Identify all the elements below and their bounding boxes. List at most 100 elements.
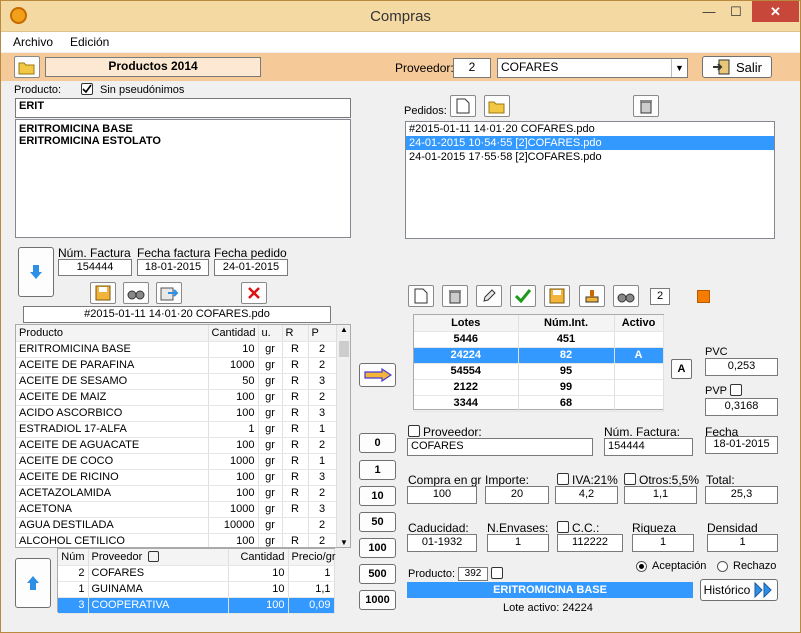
product-results-list[interactable]: ERITROMICINA BASE ERITROMICINA ESTOLATO <box>15 119 351 238</box>
transfer-button[interactable] <box>359 363 396 387</box>
save-lote-button[interactable] <box>544 285 570 307</box>
products-scrollbar[interactable]: ▲ ▼ <box>336 325 350 547</box>
caducidad-field[interactable]: 01-1932 <box>407 534 477 552</box>
table-row[interactable]: ACETONA 1000 gr R 3 <box>16 501 337 518</box>
new-lote-button[interactable] <box>408 285 434 307</box>
aceptacion-radio[interactable] <box>636 561 647 572</box>
list-item[interactable]: ERITROMICINA BASE <box>19 123 347 135</box>
table-row[interactable]: 2122 99 <box>414 379 664 396</box>
list-item[interactable]: #2015-01-11 14·01·20 COFARES.pdo <box>406 122 774 136</box>
chevron-down-icon[interactable]: ▼ <box>671 59 687 77</box>
detail-proveedor-field[interactable]: COFARES <box>407 438 593 456</box>
table-row[interactable]: ACETAZOLAMIDA 100 gr R 2 <box>16 485 337 502</box>
scroll-thumb[interactable] <box>339 341 349 357</box>
table-row[interactable]: ACEITE DE PARAFINA 1000 gr R 2 <box>16 357 337 374</box>
maximize-button[interactable]: ☐ <box>723 1 749 22</box>
col-cantidad[interactable]: Cantidad <box>228 549 289 566</box>
quantity-button-50[interactable]: 50 <box>359 512 396 532</box>
num-factura-field[interactable]: 154444 <box>58 259 132 276</box>
detail-factura-field[interactable]: 154444 <box>604 438 693 456</box>
table-row[interactable]: ERITROMICINA BASE 10 gr R 2 <box>16 341 337 358</box>
open-pedido-button[interactable] <box>484 95 510 117</box>
new-pedido-button[interactable] <box>450 95 476 117</box>
suppliers-table[interactable]: Núm Proveedor Cantidad Precio/gr 2 COFARE… <box>57 548 336 614</box>
otros-field[interactable]: 1,1 <box>624 486 697 504</box>
save-factura-button[interactable] <box>90 282 116 304</box>
proveedor-select[interactable]: COFARES ▼ <box>497 58 688 78</box>
col-producto[interactable]: Producto <box>16 325 209 342</box>
delete-lote-button[interactable] <box>442 285 468 307</box>
sin-pseudonimos-checkbox[interactable] <box>81 83 93 95</box>
cc-field[interactable]: 112222 <box>557 534 623 552</box>
pvp-field[interactable]: 0,3168 <box>705 398 778 416</box>
list-item[interactable]: ERITROMICINA ESTOLATO <box>19 135 347 147</box>
cc-checkbox[interactable] <box>557 521 569 533</box>
table-row[interactable]: 54554 95 <box>414 363 664 380</box>
iva-field[interactable]: 4,2 <box>555 486 618 504</box>
menu-archivo[interactable]: Archivo <box>13 35 53 49</box>
accept-lote-button[interactable] <box>510 285 536 307</box>
quantity-button-10[interactable]: 10 <box>359 486 396 506</box>
proveedor-filter-checkbox[interactable] <box>148 551 160 563</box>
table-row[interactable]: ACEITE DE RICINO 100 gr R 3 <box>16 469 337 486</box>
delete-factura-button[interactable] <box>241 282 267 304</box>
total-field[interactable]: 25,3 <box>705 486 778 504</box>
table-row[interactable]: ACIDO ASCORBICO 100 gr R 3 <box>16 405 337 422</box>
quantity-button-1000[interactable]: 1000 <box>359 590 396 610</box>
importe-field[interactable]: 20 <box>485 486 549 504</box>
pvp-checkbox[interactable] <box>730 384 742 396</box>
quantity-button-100[interactable]: 100 <box>359 538 396 558</box>
col-proveedor[interactable]: Proveedor <box>88 549 229 566</box>
col-unidad[interactable]: u. <box>258 325 283 342</box>
iva-checkbox[interactable] <box>557 473 569 485</box>
table-row[interactable]: ESTRADIOL 17-ALFA 1 gr R 1 <box>16 421 337 438</box>
historico-button[interactable]: Histórico <box>700 579 778 601</box>
densidad-field[interactable]: 1 <box>707 534 778 552</box>
col-cantidad[interactable]: Cantidad <box>208 325 259 342</box>
menu-edicion[interactable]: Edición <box>70 35 109 49</box>
minimize-button[interactable]: — <box>696 1 722 22</box>
search-lote-button[interactable] <box>613 285 639 307</box>
quantity-button-500[interactable]: 500 <box>359 564 396 584</box>
edit-lote-button[interactable] <box>476 285 502 307</box>
products-table[interactable]: Producto Cantidad u. R P ERITROMICINA BA… <box>15 324 351 548</box>
col-activo[interactable]: Activo <box>614 315 664 332</box>
quantity-button-0[interactable]: 0 <box>359 433 396 453</box>
export-factura-button[interactable] <box>156 282 182 304</box>
col-r[interactable]: R <box>282 325 309 342</box>
table-row[interactable]: 2 COFARES 10 1 <box>58 565 335 582</box>
table-row[interactable]: 1 GUINAMA 10 1,1 <box>58 581 335 598</box>
chevron-up-icon[interactable]: ▲ <box>337 325 350 339</box>
table-row[interactable]: 3 COOPERATIVA 100 0,09 <box>58 597 335 614</box>
search-factura-button[interactable] <box>123 282 149 304</box>
table-row[interactable]: 24224 82 A <box>414 347 664 364</box>
open-folder-button[interactable] <box>14 56 40 78</box>
riqueza-field[interactable]: 1 <box>632 534 694 552</box>
table-row[interactable]: 5446 451 <box>414 331 664 348</box>
otros-checkbox[interactable] <box>624 473 636 485</box>
close-button[interactable]: ✕ <box>752 1 799 22</box>
col-num-int[interactable]: Núm.Int. <box>518 315 615 332</box>
list-item[interactable]: 24-01-2015 17·55·58 [2]COFARES.pdo <box>406 150 774 164</box>
stamp-lote-button[interactable] <box>579 285 605 307</box>
fecha-factura-field[interactable]: 18-01-2015 <box>137 259 209 276</box>
delete-pedido-button[interactable] <box>633 95 659 117</box>
table-row[interactable]: ACEITE DE SESAMO 50 gr R 3 <box>16 373 337 390</box>
rechazo-radio[interactable] <box>717 561 728 572</box>
col-precio[interactable]: Precio/gr <box>288 549 336 566</box>
table-row[interactable]: ACEITE DE MAIZ 100 gr R 2 <box>16 389 337 406</box>
pvc-field[interactable]: 0,253 <box>705 358 778 376</box>
col-lotes[interactable]: Lotes <box>414 315 519 332</box>
activate-lote-button[interactable]: A <box>671 359 692 379</box>
salir-button[interactable]: Salir <box>702 56 772 78</box>
col-num[interactable]: Núm <box>58 549 89 566</box>
table-row[interactable]: ALCOHOL CETILICO 100 gr R 2 <box>16 533 337 547</box>
producto-checkbox[interactable] <box>491 567 503 579</box>
list-item-selected[interactable]: 24-01-2015 10·54·55 [2]COFARES.pdo <box>406 136 774 150</box>
proveedor-checkbox[interactable] <box>408 425 420 437</box>
table-row[interactable]: ACEITE DE AGUACATE 100 gr R 2 <box>16 437 337 454</box>
col-p[interactable]: P <box>308 325 337 342</box>
table-row[interactable]: ACEITE DE COCO 1000 gr R 1 <box>16 453 337 470</box>
detail-fecha-field[interactable]: 18-01-2015 <box>705 436 778 454</box>
compra-field[interactable]: 100 <box>407 486 477 504</box>
